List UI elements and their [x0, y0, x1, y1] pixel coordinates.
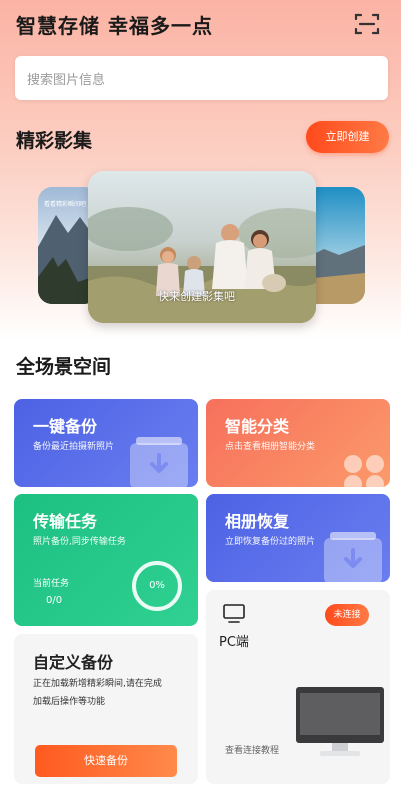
- tile-classify-sub: 点击查看相册智能分类: [225, 442, 316, 452]
- tile-custom-title: 自定义备份: [33, 653, 114, 672]
- tile-smart-classify[interactable]: 智能分类 点击查看相册智能分类: [206, 399, 390, 487]
- tile-classify-title: 智能分类: [225, 417, 290, 436]
- current-task-label: 当前任务: [33, 579, 70, 589]
- album-section-title: 精彩影集: [16, 130, 93, 152]
- category-flower-icon: [342, 449, 390, 487]
- folder-upload-icon: [130, 437, 190, 487]
- folder-restore-icon: [324, 532, 384, 582]
- tile-backup-title: 一键备份: [33, 417, 98, 436]
- pc-tutorial-link[interactable]: 查看连接教程: [225, 743, 279, 756]
- tile-restore-title: 相册恢复: [225, 512, 290, 531]
- tile-transfer-title: 传输任务: [33, 512, 98, 531]
- tile-album-restore[interactable]: 相册恢复 立即恢复备份过的照片: [206, 494, 390, 582]
- progress-percent: 0%: [149, 580, 165, 591]
- progress-ring: 0%: [132, 561, 182, 611]
- tile-restore-sub: 立即恢复备份过的照片: [225, 537, 316, 547]
- album-main-caption: 快来创建影集吧: [158, 290, 235, 303]
- album-left-caption: 看看精彩瞬间吧: [44, 201, 87, 208]
- tile-transfer-task[interactable]: 传输任务 照片备份,同步传输任务 当前任务 0/0 0%: [14, 494, 198, 626]
- monitor-icon: [223, 604, 245, 624]
- pc-connect-badge[interactable]: 未连接: [325, 604, 369, 626]
- tile-pc[interactable]: PC端 未连接 查看连接教程: [206, 590, 390, 784]
- tile-one-click-backup[interactable]: 一键备份 备份最近拍摄新照片: [14, 399, 198, 487]
- tile-backup-sub: 备份最近拍摄新照片: [33, 442, 115, 452]
- tile-transfer-sub: 照片备份,同步传输任务: [33, 537, 126, 547]
- tile-custom-desc-1: 正在加载新增精彩瞬间,请在完成: [33, 679, 162, 689]
- tile-custom-desc-2: 加载后操作等功能: [33, 697, 106, 707]
- current-task-value: 0/0: [46, 595, 63, 606]
- scan-icon[interactable]: [354, 12, 380, 36]
- pc-title: PC端: [219, 635, 249, 650]
- scene-section-title: 全场景空间: [16, 356, 112, 378]
- create-album-button[interactable]: 立即创建: [306, 121, 389, 153]
- search-placeholder: 搜索图片信息: [27, 73, 106, 88]
- quick-backup-button[interactable]: 快速备份: [35, 745, 177, 777]
- app-title: 智慧存储 幸福多一点: [16, 14, 213, 38]
- album-card-main[interactable]: 快来创建影集吧: [88, 171, 316, 323]
- pc-monitor-illustration: [296, 687, 384, 759]
- search-input[interactable]: 搜索图片信息: [15, 56, 388, 100]
